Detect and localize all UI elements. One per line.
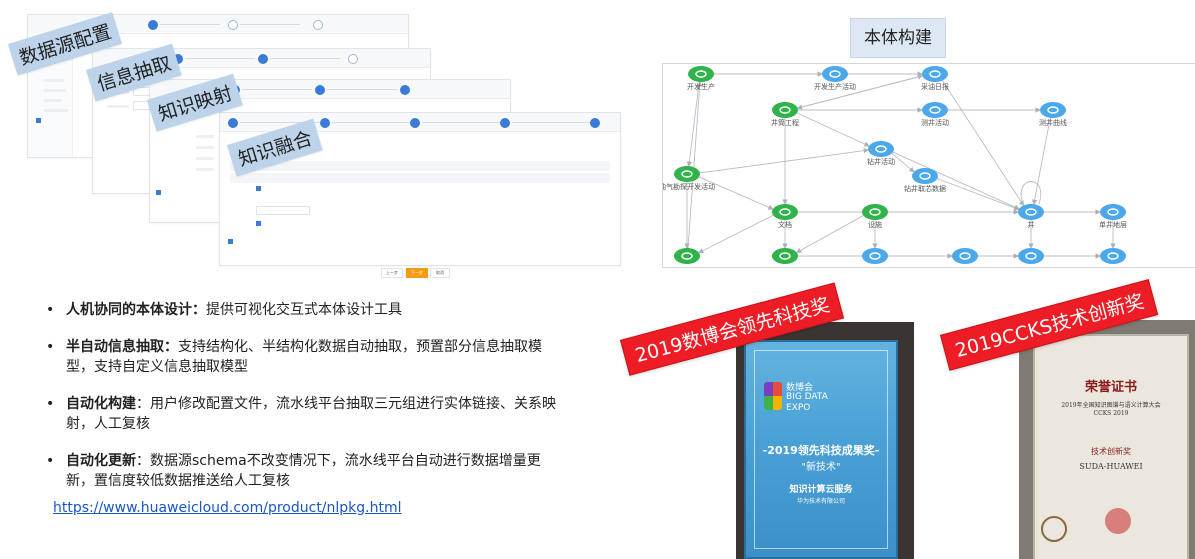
plaque-company: 华为技术有限公司 [796, 498, 845, 505]
graph-edge [941, 79, 1025, 207]
honor-certificate: 荣誉证书 2019年全国知识图谱与语义计算大会 CCKS 2019 技术创新奖 … [1033, 334, 1189, 559]
graph-node[interactable]: 井 [1018, 204, 1044, 229]
feature-text: ：数据源schema不改变情况下，流水线平台自动进行数据增量更新，置信度较低数据… [66, 453, 541, 489]
graph-node-label: 钻井取芯数据 [904, 184, 946, 193]
graph-node-label: 采油日报 [921, 82, 949, 91]
feature-heading: 人机协同的本体设计： [66, 302, 206, 318]
graph-edge [698, 214, 775, 254]
graph-node[interactable] [772, 248, 798, 264]
graph-node-label: 井筒工程 [771, 118, 799, 127]
ontology-build-title: 本体构建 [850, 18, 946, 58]
graph-node-label: 测井曲线 [1039, 118, 1067, 127]
graph-node[interactable] [674, 248, 700, 264]
add-icon[interactable] [256, 221, 261, 226]
stamp-icon [1105, 508, 1131, 534]
graph-edge [687, 81, 703, 250]
expo-logo-icon [764, 382, 782, 410]
feature-item: • 半自动信息抽取：支持结构化、半结构化数据自动抽取，预置部分信息抽取模型，支持… [46, 337, 566, 377]
graph-node[interactable] [1018, 248, 1044, 264]
graph-node[interactable]: 井筒工程 [771, 102, 799, 127]
ontology-graph[interactable]: 开发生产 开发生产活动 采油日报井筒工程 测井活动 测井曲线钻井活动油气勘探开发活动 钻井… [662, 63, 1195, 268]
graph-edge [795, 112, 870, 147]
graph-node-label: 油气勘探开发活动 [663, 182, 715, 191]
add-icon[interactable] [256, 186, 261, 191]
feature-item: • 自动化更新：数据源schema不改变情况下，流水线平台自动进行数据增量更新，… [46, 451, 566, 491]
add-icon[interactable] [156, 190, 161, 195]
graph-node[interactable]: 文档 [772, 204, 798, 229]
graph-node[interactable]: 设施 [862, 204, 888, 229]
graph-node[interactable]: 开发生产活动 [814, 66, 856, 91]
feature-item: • 人机协同的本体设计：提供可视化交互式本体设计工具 [46, 300, 566, 320]
certificate-award: 技术创新奖 [1091, 447, 1131, 456]
graph-node-label: 单井地层 [1099, 220, 1127, 229]
bullet-dot: • [46, 302, 55, 318]
graph-node-label: 测井活动 [921, 118, 949, 127]
prev-step-button[interactable]: 上一步 [381, 268, 403, 278]
award-plaque: 数博会 BIG DATA EXPO -2019领先科技成果奖- "新技术" 知识… [744, 340, 898, 559]
feature-text: ：用户修改配置文件，流水线平台抽取三元组进行实体链接、关系映射，人工复核 [66, 396, 556, 432]
graph-node[interactable]: 测井曲线 [1039, 102, 1067, 127]
graph-node-label: 钻井活动 [867, 157, 895, 166]
seal-icon [1041, 516, 1067, 542]
graph-node-label: 井 [1028, 220, 1035, 229]
plaque-logo-en2: EXPO [786, 403, 811, 413]
step-indicator [228, 20, 238, 30]
graph-node-label: 开发生产活动 [814, 82, 856, 91]
graph-edge [795, 214, 865, 253]
step-indicator [148, 20, 158, 30]
graph-node[interactable]: 油气勘探开发活动 [663, 166, 715, 191]
graph-edge [1031, 116, 1051, 206]
plaque-logo-en1: BIG DATA [786, 392, 828, 402]
graph-node[interactable]: 测井活动 [921, 102, 949, 127]
graph-node[interactable] [952, 248, 978, 264]
feature-list: • 人机协同的本体设计：提供可视化交互式本体设计工具 • 半自动信息抽取：支持结… [46, 300, 566, 508]
certificate-conference: 2019年全国知识图谱与语义计算大会 [1061, 402, 1161, 409]
plaque-product: 知识计算云服务 [789, 485, 853, 495]
certificate-team: SUDA-HUAWEI [1079, 462, 1143, 471]
graph-edge [796, 75, 924, 110]
feature-heading: 自动化构建 [66, 396, 136, 412]
plaque-title: -2019领先科技成果奖- [762, 444, 880, 457]
step-indicator [313, 20, 323, 30]
certificate-title: 荣誉证书 [1084, 380, 1137, 395]
graph-node[interactable]: 单井地层 [1099, 204, 1127, 229]
feature-item: • 自动化构建：用户修改配置文件，流水线平台抽取三元组进行实体链接、关系映射，人… [46, 394, 566, 434]
graph-node[interactable]: 钻井取芯数据 [904, 168, 946, 193]
add-icon[interactable] [36, 118, 41, 123]
graph-node-label: 设施 [868, 220, 882, 229]
graph-node-label: 文档 [778, 220, 792, 229]
award-plaque-photo: 数博会 BIG DATA EXPO -2019领先科技成果奖- "新技术" 知识… [736, 322, 914, 559]
cancel-button[interactable]: 取消 [430, 268, 450, 278]
plaque-subtitle: "新技术" [801, 462, 841, 473]
bullet-dot: • [46, 396, 55, 412]
feature-heading: 半自动信息抽取： [66, 339, 178, 355]
graph-canvas[interactable]: 开发生产 开发生产活动 采油日报井筒工程 测井活动 测井曲线钻井活动油气勘探开发活动 钻井… [663, 64, 1195, 267]
graph-node[interactable] [1100, 248, 1126, 264]
graph-edge [686, 80, 700, 167]
feature-text: 提供可视化交互式本体设计工具 [206, 302, 402, 318]
bullet-dot: • [46, 339, 55, 355]
feature-heading: 自动化更新 [66, 453, 136, 469]
graph-edge [1020, 181, 1042, 205]
graph-node-label: 开发生产 [687, 82, 715, 91]
product-link[interactable]: https://www.huaweicloud.com/product/nlpk… [53, 500, 402, 516]
certificate-event: CCKS 2019 [1093, 410, 1129, 417]
next-step-button[interactable]: 下一步 [406, 268, 428, 278]
graph-node[interactable]: 采油日报 [921, 66, 949, 91]
bullet-dot: • [46, 453, 55, 469]
add-icon[interactable] [228, 239, 233, 244]
certificate-photo: 荣誉证书 2019年全国知识图谱与语义计算大会 CCKS 2019 技术创新奖 … [1019, 320, 1195, 559]
graph-edge [698, 176, 774, 210]
graph-edge [698, 147, 869, 174]
graph-node[interactable] [862, 248, 888, 264]
graph-edge [936, 177, 1020, 211]
graph-node[interactable]: 开发生产 [687, 66, 715, 91]
graph-edge [891, 151, 1020, 210]
graph-node[interactable]: 钻井活动 [867, 141, 895, 166]
